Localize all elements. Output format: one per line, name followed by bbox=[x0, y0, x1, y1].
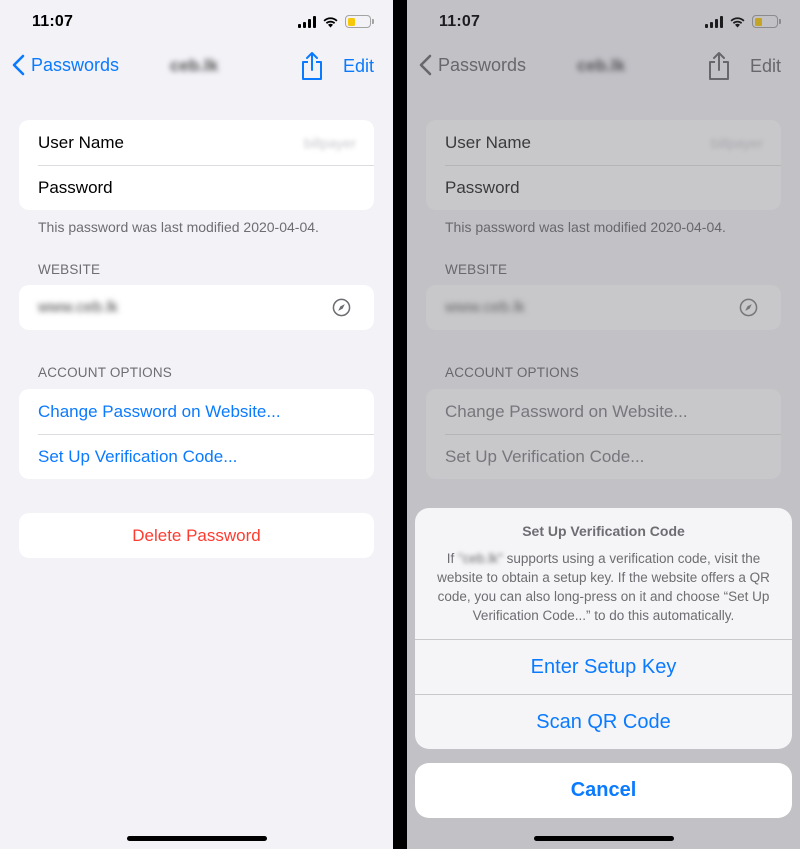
back-button[interactable]: Passwords bbox=[12, 54, 119, 76]
wifi-icon bbox=[323, 16, 338, 27]
enter-setup-key-button[interactable]: Enter Setup Key bbox=[415, 639, 792, 694]
home-indicator bbox=[126, 836, 267, 841]
status-time: 11:07 bbox=[32, 13, 74, 30]
username-value: billpayer bbox=[303, 134, 356, 151]
password-label: Password bbox=[38, 177, 113, 197]
battery-icon bbox=[345, 15, 374, 28]
action-sheet-message: If "ceb.lk" supports using a verificatio… bbox=[431, 549, 776, 625]
setup-verification-link[interactable]: Set Up Verification Code... bbox=[19, 434, 374, 479]
edit-button[interactable]: Edit bbox=[343, 56, 374, 77]
compass-icon[interactable] bbox=[332, 298, 351, 317]
website-header: WEBSITE bbox=[38, 262, 101, 277]
message-prefix: If bbox=[446, 551, 455, 566]
modified-footnote: This password was last modified 2020-04-… bbox=[38, 219, 319, 235]
message-site: "ceb.lk" bbox=[458, 551, 503, 566]
status-bar: 11:07 bbox=[0, 0, 393, 44]
delete-card: Delete Password bbox=[19, 513, 374, 558]
page-title: ceb.lk bbox=[170, 56, 219, 75]
password-detail-screen: 11:07 Passwords ceb.lk Edit User Name bi… bbox=[0, 0, 393, 849]
signal-icon bbox=[298, 15, 316, 28]
action-sheet-title: Set Up Verification Code bbox=[522, 523, 685, 539]
username-label: User Name bbox=[38, 132, 124, 152]
status-icons bbox=[298, 15, 374, 28]
share-icon[interactable] bbox=[299, 51, 325, 81]
account-options-card: Change Password on Website... Set Up Ver… bbox=[19, 389, 374, 479]
cancel-button[interactable]: Cancel bbox=[415, 763, 792, 818]
password-row[interactable]: Password bbox=[19, 165, 374, 210]
action-sheet-header: Set Up Verification Code If "ceb.lk" sup… bbox=[415, 508, 792, 639]
change-password-link[interactable]: Change Password on Website... bbox=[19, 389, 374, 434]
website-row[interactable]: www.ceb.lk bbox=[19, 285, 374, 330]
username-row[interactable]: User Name billpayer bbox=[19, 120, 374, 165]
website-url: www.ceb.lk bbox=[38, 298, 119, 316]
action-sheet: Set Up Verification Code If "ceb.lk" sup… bbox=[415, 508, 792, 749]
account-options-header: ACCOUNT OPTIONS bbox=[38, 365, 173, 380]
verification-action-sheet-screen: 11:07 Passwords ceb.lk Edit User Name bi… bbox=[407, 0, 800, 849]
chevron-left-icon bbox=[12, 54, 25, 76]
back-label: Passwords bbox=[31, 54, 120, 75]
credentials-card: User Name billpayer Password bbox=[19, 120, 374, 210]
navigation-bar: Passwords ceb.lk Edit bbox=[0, 44, 393, 88]
scan-qr-code-button[interactable]: Scan QR Code bbox=[415, 694, 792, 749]
delete-password-button[interactable]: Delete Password bbox=[19, 513, 374, 558]
website-card: www.ceb.lk bbox=[19, 285, 374, 330]
home-indicator bbox=[533, 836, 674, 841]
